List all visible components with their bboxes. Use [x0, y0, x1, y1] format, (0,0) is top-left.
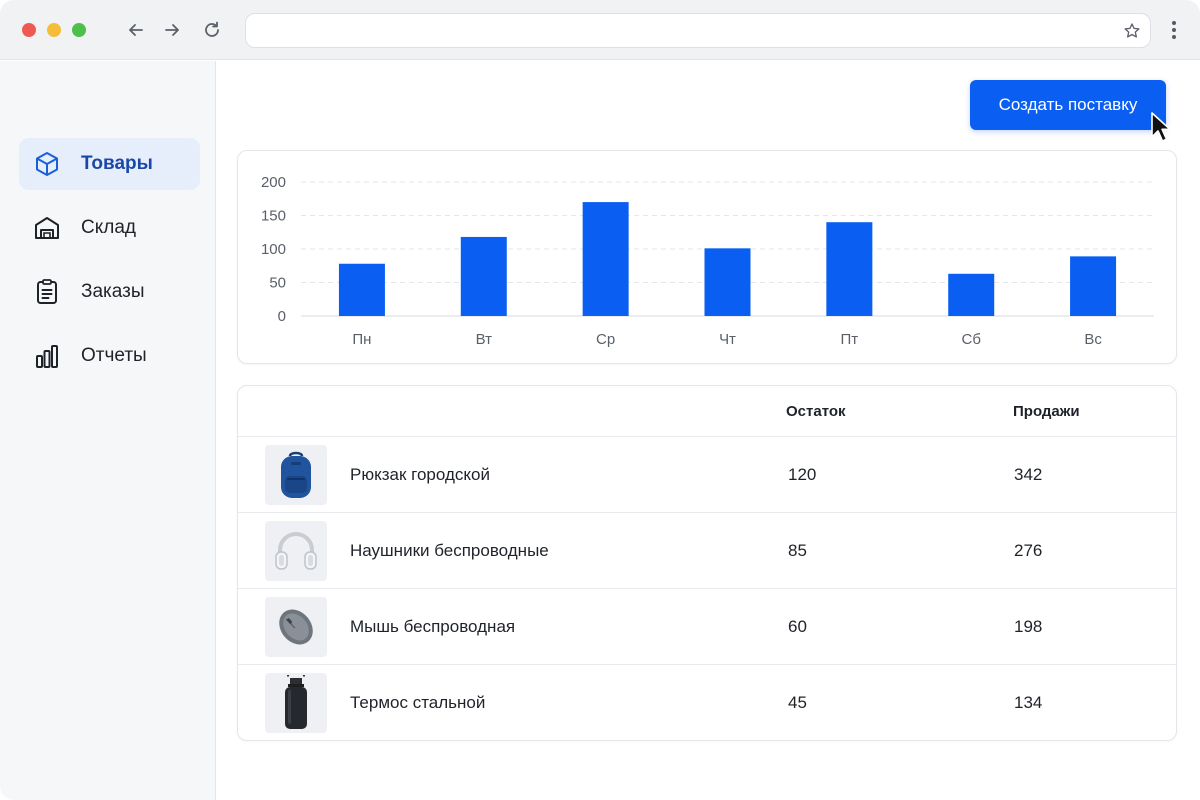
reload-button[interactable] [200, 18, 224, 42]
table-row[interactable]: Рюкзак городской 120 342 [238, 437, 1176, 513]
x-tick-label: Вс [1084, 331, 1102, 348]
x-tick-label: Сб [961, 331, 980, 348]
chart-bar [704, 248, 751, 316]
table-row[interactable]: Мышь беспроводная 60 198 [238, 589, 1176, 665]
column-header-stock[interactable]: Остаток [786, 386, 846, 437]
x-tick-label: Пт [841, 331, 859, 348]
product-name: Мышь беспроводная [350, 617, 516, 636]
sidebar-item-label: Товары [81, 153, 153, 174]
table-row[interactable]: Наушники беспроводные 85 276 [238, 513, 1176, 589]
box-icon [33, 150, 61, 178]
create-shipment-button[interactable]: Создать поставку [970, 80, 1166, 130]
more-menu-icon[interactable] [1166, 19, 1182, 41]
product-name: Рюкзак городской [350, 465, 490, 484]
sidebar-item-orders[interactable]: Заказы [19, 266, 200, 318]
chart-bar [338, 263, 385, 316]
x-tick-label: Пн [352, 331, 371, 348]
sales-chart-card: 0 50 100 150 200 Пн Вт Ср Чт Пт Сб Вс [237, 150, 1177, 364]
reload-icon [205, 21, 219, 37]
chart-bar [826, 222, 873, 316]
clipboard-icon [33, 278, 61, 306]
sidebar-item-warehouse[interactable]: Склад [19, 202, 200, 254]
sidebar-item-label: Заказы [81, 281, 145, 302]
y-tick-label: 100 [261, 241, 286, 258]
y-tick-label: 0 [278, 308, 286, 325]
sidebar: Товары Склад Заказы Отчеты [0, 61, 216, 800]
headphones-icon [265, 521, 327, 581]
product-name: Наушники беспроводные [350, 541, 549, 560]
y-tick-label: 50 [269, 275, 286, 292]
chart-bar [1070, 256, 1117, 316]
product-stock: 45 [788, 693, 807, 712]
close-window-button[interactable] [22, 23, 36, 37]
sidebar-item-reports[interactable]: Отчеты [19, 330, 200, 382]
bar-chart-icon [33, 342, 61, 370]
x-tick-label: Чт [719, 331, 736, 348]
chart-bar [582, 202, 629, 316]
product-sales: 198 [1014, 617, 1043, 636]
backpack-icon [265, 445, 327, 505]
product-stock: 60 [788, 617, 807, 636]
warehouse-icon [33, 214, 61, 242]
sidebar-item-products[interactable]: Товары [19, 138, 200, 190]
forward-arrow-icon [165, 24, 179, 36]
sidebar-item-label: Склад [81, 217, 136, 238]
sales-bar-chart: 0 50 100 150 200 Пн Вт Ср Чт Пт Сб Вс [261, 174, 1154, 348]
product-sales: 276 [1014, 541, 1043, 560]
thermos-icon [265, 673, 327, 733]
products-table: Остаток Продажи Рюкзак городской 120 342 [237, 385, 1177, 741]
product-name: Термос стальной [350, 693, 486, 712]
minimize-window-button[interactable] [47, 23, 61, 37]
back-arrow-icon [129, 24, 143, 36]
back-button[interactable] [124, 18, 148, 42]
browser-toolbar [0, 0, 1200, 60]
forward-button[interactable] [160, 18, 184, 42]
column-header-sales[interactable]: Продажи [1013, 386, 1080, 437]
app-window: Товары Склад Заказы Отчеты Создать поста… [0, 0, 1200, 800]
address-bar[interactable] [245, 13, 1151, 48]
y-tick-label: 200 [261, 174, 286, 191]
chart-bar [948, 273, 995, 316]
mouse-icon [265, 597, 327, 657]
y-tick-label: 150 [261, 208, 286, 225]
product-stock: 85 [788, 541, 807, 560]
address-input[interactable] [260, 21, 1100, 41]
x-tick-label: Ср [596, 331, 615, 348]
table-row[interactable]: Термос стальной 45 134 [238, 665, 1176, 740]
product-sales: 134 [1014, 693, 1043, 712]
x-tick-label: Вт [476, 331, 493, 348]
product-stock: 120 [788, 465, 817, 484]
chart-bar [460, 236, 507, 316]
mouse-cursor-icon [1151, 112, 1171, 142]
sidebar-item-label: Отчеты [81, 345, 147, 366]
maximize-window-button[interactable] [72, 23, 86, 37]
bookmark-star-icon[interactable] [1123, 22, 1141, 40]
product-sales: 342 [1014, 465, 1043, 484]
